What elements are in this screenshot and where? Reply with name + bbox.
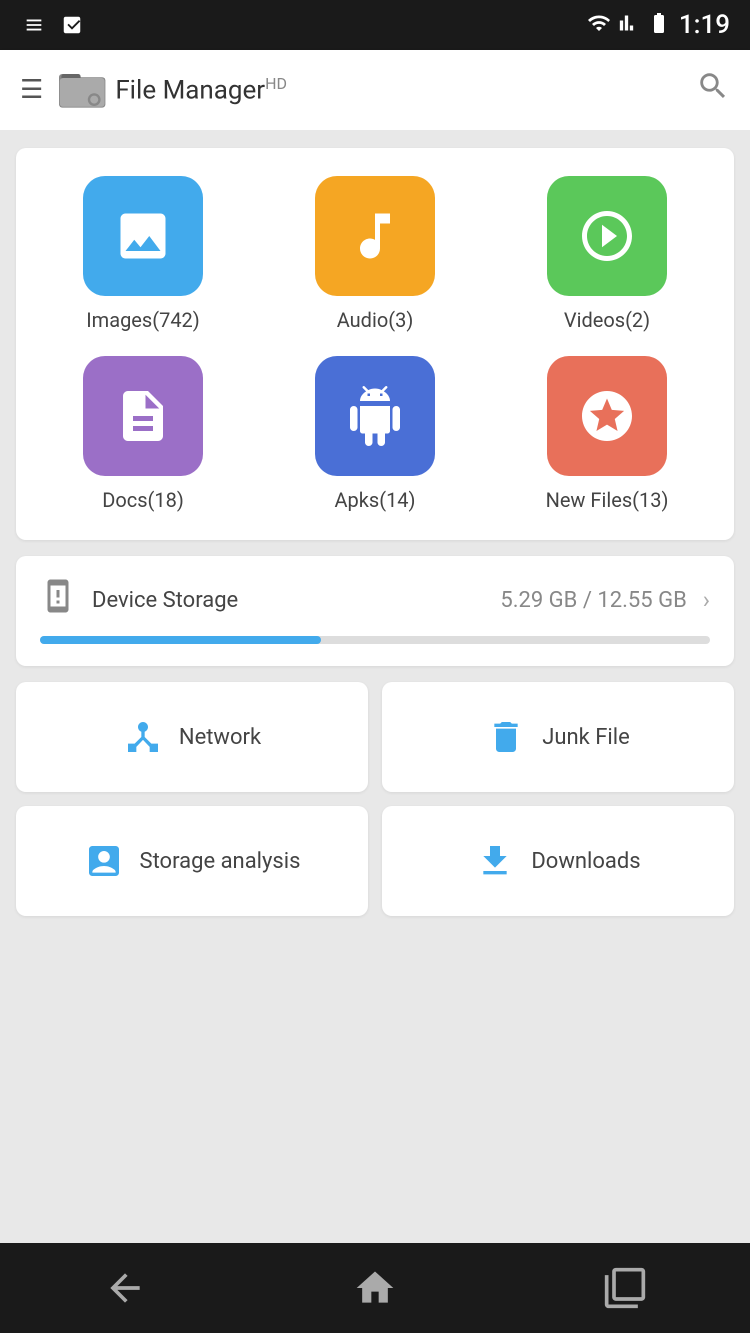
main-content: Images(742) Audio(3) Videos(2): [0, 130, 750, 1243]
storage-bar-background: [40, 636, 710, 644]
newfiles-label: New Files(13): [546, 488, 669, 512]
network-icon: [123, 717, 163, 757]
storage-row: Device Storage 5.29 GB / 12.55 GB ›: [40, 578, 710, 622]
apks-icon-bg: [315, 356, 435, 476]
network-label: Network: [179, 725, 261, 750]
category-apks[interactable]: Apks(14): [264, 356, 486, 512]
downloads-icon: [475, 841, 515, 881]
battery-icon: [647, 11, 671, 39]
status-time: 1:19: [679, 10, 730, 40]
search-button[interactable]: [696, 69, 730, 111]
category-grid: Images(742) Audio(3) Videos(2): [32, 176, 718, 512]
app-name: File ManagerHD: [115, 74, 287, 106]
downloads-button[interactable]: Downloads: [382, 806, 734, 916]
docs-label: Docs(18): [102, 488, 184, 512]
storage-analysis-button[interactable]: Storage analysis: [16, 806, 368, 916]
apks-label: Apks(14): [334, 488, 415, 512]
videos-icon-bg: [547, 176, 667, 296]
app-folder-icon: [59, 70, 107, 110]
category-audio[interactable]: Audio(3): [264, 176, 486, 332]
app-title-area: File ManagerHD: [59, 70, 696, 110]
category-newfiles[interactable]: New Files(13): [496, 356, 718, 512]
storage-chevron-icon: ›: [703, 586, 710, 614]
downloads-label: Downloads: [531, 849, 640, 874]
images-label: Images(742): [86, 308, 200, 332]
category-docs[interactable]: Docs(18): [32, 356, 254, 512]
docs-icon-bg: [83, 356, 203, 476]
status-bar: 1:19: [0, 0, 750, 50]
category-card: Images(742) Audio(3) Videos(2): [16, 148, 734, 540]
audio-label: Audio(3): [337, 308, 414, 332]
action-grid: Network Junk File Storage analysis Downl…: [16, 682, 734, 916]
back-button[interactable]: [103, 1266, 147, 1310]
menu-icon[interactable]: ☰: [20, 75, 43, 105]
network-button[interactable]: Network: [16, 682, 368, 792]
bottom-nav: [0, 1243, 750, 1333]
newfiles-icon-bg: [547, 356, 667, 476]
notification-icon-2: [58, 11, 86, 39]
storage-size: 5.29 GB / 12.55 GB: [500, 588, 686, 613]
storage-analysis-icon: [84, 841, 124, 881]
junkfile-icon: [486, 717, 526, 757]
category-images[interactable]: Images(742): [32, 176, 254, 332]
top-bar: ☰ File ManagerHD: [0, 50, 750, 130]
signal-icon: [619, 11, 639, 39]
audio-icon-bg: [315, 176, 435, 296]
category-videos[interactable]: Videos(2): [496, 176, 718, 332]
storage-analysis-label: Storage analysis: [140, 849, 301, 874]
notification-icon-1: [20, 11, 48, 39]
home-button[interactable]: [353, 1266, 397, 1310]
device-storage-icon: [40, 578, 76, 622]
storage-bar-fill: [40, 636, 321, 644]
junkfile-button[interactable]: Junk File: [382, 682, 734, 792]
recents-button[interactable]: [603, 1266, 647, 1310]
videos-label: Videos(2): [564, 308, 650, 332]
storage-card[interactable]: Device Storage 5.29 GB / 12.55 GB ›: [16, 556, 734, 666]
storage-label: Device Storage: [92, 588, 484, 613]
images-icon-bg: [83, 176, 203, 296]
wifi-icon: [587, 11, 611, 39]
junkfile-label: Junk File: [542, 725, 630, 750]
